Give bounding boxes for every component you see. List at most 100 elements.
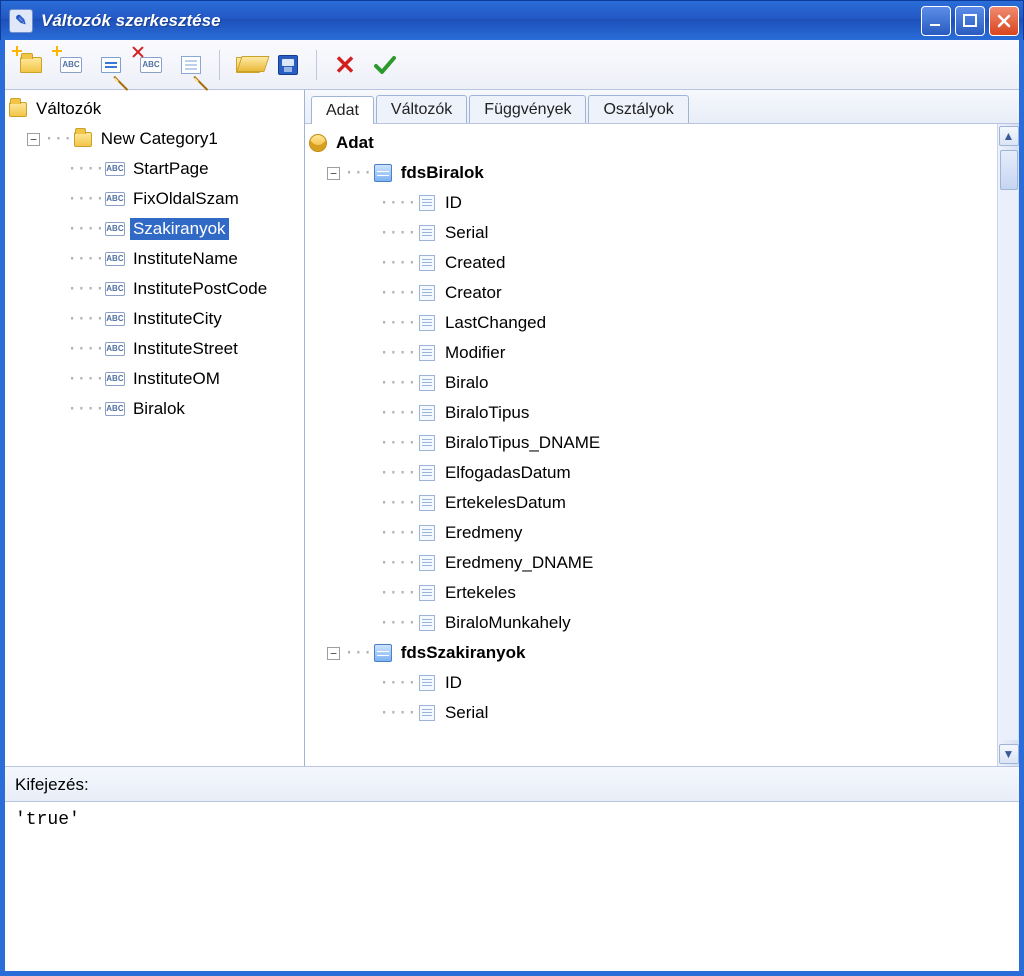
data-field-label: BiraloTipus_DNAME	[442, 432, 603, 454]
field-icon	[418, 585, 436, 601]
data-table-label: fdsBiralok	[398, 162, 487, 184]
edit-card-button[interactable]	[95, 49, 127, 81]
tree-item-label: Biralok	[130, 398, 188, 420]
save-button[interactable]	[272, 49, 304, 81]
tree-variable-item[interactable]: ····ABCInstituteName	[9, 244, 304, 274]
folder-icon	[74, 132, 92, 147]
data-field-node[interactable]: ····Eredmeny_DNAME	[309, 548, 997, 578]
tree-variable-item[interactable]: ····ABCFixOldalSzam	[9, 184, 304, 214]
tree-variable-item[interactable]: ····ABCStartPage	[9, 154, 304, 184]
data-root-label: Adat	[333, 132, 377, 154]
titlebar: ✎ Változók szerkesztése	[0, 0, 1024, 40]
abc-icon: ABC	[106, 282, 124, 296]
field-icon	[418, 255, 436, 271]
tree-variable-item[interactable]: ····ABCInstituteCity	[9, 304, 304, 334]
close-button[interactable]	[989, 6, 1019, 36]
tree-item-label: StartPage	[130, 158, 212, 180]
field-icon	[418, 345, 436, 361]
tree-item-label: InstituteCity	[130, 308, 225, 330]
data-field-node[interactable]: ····Serial	[309, 698, 997, 728]
toolbar: ABC ABC ✕	[5, 40, 1019, 90]
abc-icon: ABC	[106, 402, 124, 416]
scrollbar[interactable]: ▲ ▼	[997, 124, 1019, 766]
scroll-up-button[interactable]: ▲	[999, 126, 1019, 146]
tree-variable-item[interactable]: ····ABCInstitutePostCode	[9, 274, 304, 304]
data-field-node[interactable]: ····ID	[309, 668, 997, 698]
save-icon	[278, 55, 298, 75]
tree-variable-item[interactable]: ····ABCSzakiranyok	[9, 214, 304, 244]
table-icon	[374, 644, 392, 662]
tab-osztályok[interactable]: Osztályok	[588, 95, 688, 123]
tree-item-label: InstitutePostCode	[130, 278, 270, 300]
tree-category-label: New Category1	[98, 128, 221, 150]
data-field-node[interactable]: ····Modifier	[309, 338, 997, 368]
data-field-label: ErtekelesDatum	[442, 492, 569, 514]
field-icon	[418, 405, 436, 421]
data-field-node[interactable]: ····ErtekelesDatum	[309, 488, 997, 518]
field-icon	[418, 375, 436, 391]
data-field-label: Serial	[442, 222, 491, 244]
delete-variable-button[interactable]: ABC	[135, 49, 167, 81]
tab-függvények[interactable]: Függvények	[469, 95, 586, 123]
data-field-label: ID	[442, 672, 465, 694]
abc-icon: ABC	[106, 312, 124, 326]
expression-editor[interactable]: 'true'	[5, 801, 1019, 971]
ok-button[interactable]	[369, 49, 401, 81]
tree-variable-item[interactable]: ····ABCInstituteStreet	[9, 334, 304, 364]
cancel-button[interactable]: ✕	[329, 49, 361, 81]
data-table-label: fdsSzakiranyok	[398, 642, 529, 664]
data-field-node[interactable]: ····ElfogadasDatum	[309, 458, 997, 488]
data-field-node[interactable]: ····Created	[309, 248, 997, 278]
tab-változók[interactable]: Változók	[376, 95, 467, 123]
tab-adat[interactable]: Adat	[311, 96, 374, 124]
data-field-node[interactable]: ····ID	[309, 188, 997, 218]
edit-note-button[interactable]	[175, 49, 207, 81]
data-field-node[interactable]: ····Creator	[309, 278, 997, 308]
data-table-node[interactable]: −···fdsBiralok	[309, 158, 997, 188]
scroll-track[interactable]	[1000, 150, 1018, 740]
database-icon	[309, 134, 327, 152]
data-field-node[interactable]: ····BiraloTipus_DNAME	[309, 428, 997, 458]
collapse-icon[interactable]: −	[327, 647, 340, 660]
expression-label: Kifejezés:	[5, 766, 1019, 801]
open-button[interactable]	[232, 49, 264, 81]
data-table-node[interactable]: −···fdsSzakiranyok	[309, 638, 997, 668]
field-icon	[418, 315, 436, 331]
maximize-button[interactable]	[955, 6, 985, 36]
tree-variable-item[interactable]: ····ABCBiralok	[9, 394, 304, 424]
collapse-icon[interactable]: −	[327, 167, 340, 180]
app-icon: ✎	[9, 9, 33, 33]
minimize-button[interactable]	[921, 6, 951, 36]
tree-root[interactable]: Változók	[9, 94, 304, 124]
new-variable-button[interactable]: ABC	[55, 49, 87, 81]
abc-icon: ABC	[140, 57, 162, 73]
data-field-label: LastChanged	[442, 312, 549, 334]
scroll-thumb[interactable]	[1000, 150, 1018, 190]
field-icon	[418, 555, 436, 571]
scroll-down-button[interactable]: ▼	[999, 744, 1019, 764]
data-field-node[interactable]: ····Biralo	[309, 368, 997, 398]
folder-icon	[9, 102, 27, 117]
data-field-node[interactable]: ····Serial	[309, 218, 997, 248]
data-field-node[interactable]: ····LastChanged	[309, 308, 997, 338]
check-icon	[372, 52, 398, 78]
data-field-node[interactable]: ····BiraloTipus	[309, 398, 997, 428]
abc-icon: ABC	[60, 57, 82, 73]
data-field-node[interactable]: ····Ertekeles	[309, 578, 997, 608]
data-field-node[interactable]: ····Eredmeny	[309, 518, 997, 548]
data-field-label: Biralo	[442, 372, 491, 394]
tree-item-label: InstituteStreet	[130, 338, 241, 360]
data-field-label: BiraloMunkahely	[442, 612, 574, 634]
abc-icon: ABC	[106, 222, 124, 236]
table-icon	[374, 164, 392, 182]
new-category-button[interactable]	[15, 49, 47, 81]
collapse-icon[interactable]: −	[27, 133, 40, 146]
data-root[interactable]: Adat	[309, 128, 997, 158]
data-field-label: Ertekeles	[442, 582, 519, 604]
tree-category[interactable]: −···New Category1	[9, 124, 304, 154]
field-icon	[418, 495, 436, 511]
delete-icon	[132, 46, 144, 58]
tree-variable-item[interactable]: ····ABCInstituteOM	[9, 364, 304, 394]
data-field-node[interactable]: ····BiraloMunkahely	[309, 608, 997, 638]
window-title: Változók szerkesztése	[41, 11, 917, 31]
